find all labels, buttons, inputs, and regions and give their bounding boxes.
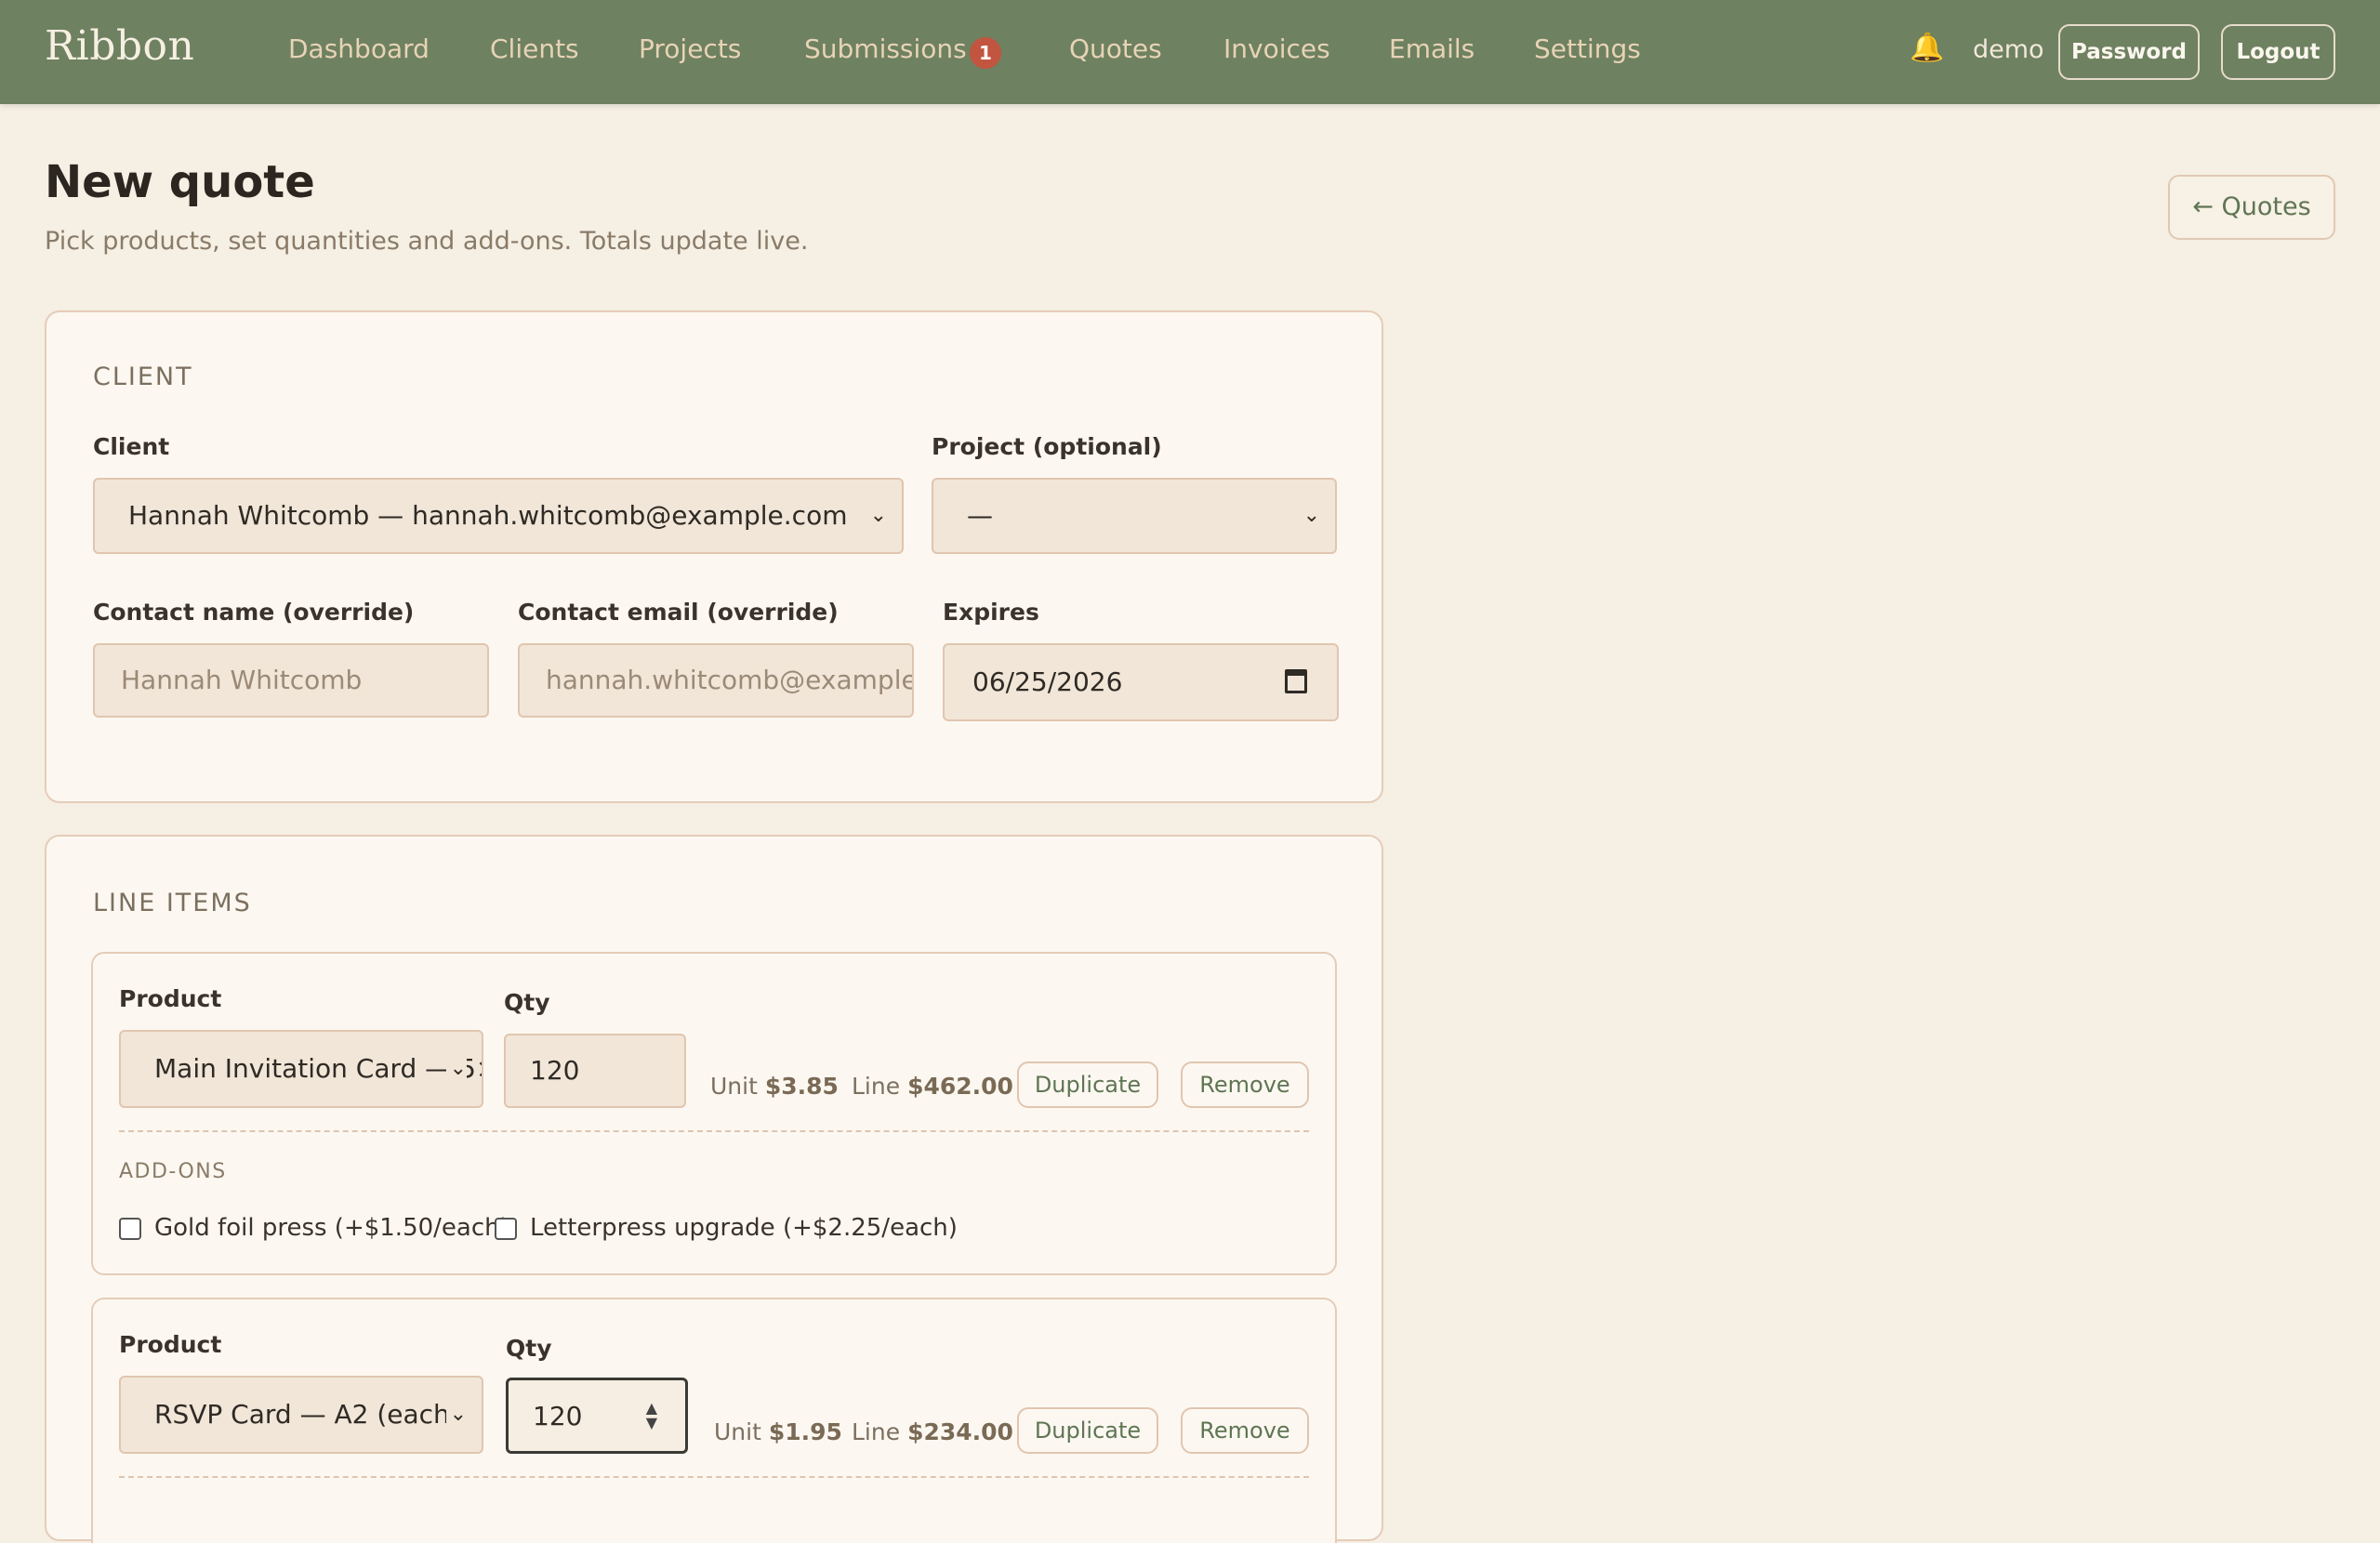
contact-email-input[interactable]: hannah.whitcomb@example.com — [518, 643, 914, 718]
chevron-down-icon: ⌄ — [445, 1378, 467, 1452]
page-subtitle: Pick products, set quantities and add-on… — [45, 227, 809, 256]
unit-price: Unit $3.85 — [710, 1073, 839, 1100]
remove-button[interactable]: Remove — [1181, 1407, 1309, 1454]
bell-icon[interactable]: 🔔 — [1910, 32, 1944, 64]
stepper-arrows-icon[interactable]: ▲ ▼ — [646, 1401, 657, 1431]
chevron-down-icon: ⌄ — [869, 504, 887, 527]
submissions-count-badge: 1 — [970, 37, 1001, 69]
project-select-value: — — [967, 500, 993, 531]
qty-input[interactable]: 120 — [504, 1034, 686, 1108]
nav-emails[interactable]: Emails — [1389, 33, 1474, 64]
line-item: Product Main Invitation Card — 5×7 ⌄ Qty… — [91, 952, 1337, 1275]
page-title: New quote — [45, 156, 315, 208]
password-button[interactable]: Password — [2058, 24, 2200, 80]
logout-button[interactable]: Logout — [2221, 24, 2335, 80]
gold-foil-checkbox[interactable] — [119, 1218, 141, 1240]
product-label: Product — [119, 1331, 222, 1358]
client-label: Client — [93, 433, 170, 460]
contact-email-label: Contact email (override) — [518, 599, 839, 626]
remove-button[interactable]: Remove — [1181, 1062, 1309, 1108]
client-select-value: Hannah Whitcomb — hannah.whitcomb@exampl… — [128, 500, 848, 531]
nav-projects[interactable]: Projects — [639, 33, 741, 64]
qty-value: 120 — [533, 1401, 583, 1431]
duplicate-button[interactable]: Duplicate — [1017, 1062, 1158, 1108]
nav-quotes[interactable]: Quotes — [1069, 33, 1162, 64]
line-items-section-heading: LINE ITEMS — [93, 889, 252, 917]
line-items-card: LINE ITEMS Product Main Invitation Card … — [45, 835, 1383, 1543]
nav-submissions[interactable]: Submissions — [804, 33, 967, 64]
gold-foil-label[interactable]: Gold foil press (+$1.50/each) — [154, 1214, 509, 1242]
project-label: Project (optional) — [932, 433, 1162, 460]
unit-price: Unit $1.95 — [714, 1418, 842, 1445]
expires-date-value: 06/25/2026 — [972, 666, 1123, 697]
client-section-heading: CLIENT — [93, 363, 193, 391]
divider — [119, 1130, 1309, 1132]
qty-label: Qty — [506, 1335, 552, 1362]
username: demo — [1973, 35, 2044, 64]
client-select[interactable]: Hannah Whitcomb — hannah.whitcomb@exampl… — [93, 478, 904, 554]
duplicate-button[interactable]: Duplicate — [1017, 1407, 1158, 1454]
line-item: Product RSVP Card — A2 (each) ⌄ Qty 120 … — [91, 1298, 1337, 1543]
line-total: Line $234.00 — [852, 1418, 1013, 1445]
product-select-value: RSVP Card — A2 (each) — [154, 1399, 460, 1430]
product-label: Product — [119, 985, 222, 1012]
expires-label: Expires — [943, 599, 1039, 626]
qty-input-focused[interactable]: 120 ▲ ▼ — [506, 1378, 688, 1454]
qty-label: Qty — [504, 989, 550, 1016]
back-to-quotes-button[interactable]: ← Quotes — [2168, 175, 2335, 240]
product-select[interactable]: Main Invitation Card — 5×7 ⌄ — [119, 1030, 483, 1108]
chevron-down-icon: ⌄ — [1302, 504, 1320, 527]
nav-clients[interactable]: Clients — [490, 33, 579, 64]
letterpress-label[interactable]: Letterpress upgrade (+$2.25/each) — [530, 1214, 958, 1242]
chevron-down-icon: ⌄ — [445, 1032, 467, 1106]
addons-heading: ADD-ONS — [119, 1160, 227, 1183]
nav-invoices[interactable]: Invoices — [1223, 33, 1330, 64]
nav-settings[interactable]: Settings — [1534, 33, 1641, 64]
project-select[interactable]: — ⌄ — [932, 478, 1337, 554]
top-nav: Ribbon Dashboard Clients Projects Submis… — [0, 0, 2380, 104]
client-card: CLIENT Client Hannah Whitcomb — hannah.w… — [45, 310, 1383, 803]
calendar-icon[interactable] — [1285, 669, 1307, 693]
brand-logo[interactable]: Ribbon — [45, 22, 194, 70]
nav-dashboard[interactable]: Dashboard — [288, 33, 430, 64]
expires-date-input[interactable]: 06/25/2026 — [943, 643, 1339, 721]
contact-name-input[interactable]: Hannah Whitcomb — [93, 643, 489, 718]
letterpress-checkbox[interactable] — [495, 1218, 517, 1240]
divider — [119, 1476, 1309, 1478]
product-select-value: Main Invitation Card — 5×7 — [154, 1053, 483, 1084]
contact-name-label: Contact name (override) — [93, 599, 415, 626]
product-select[interactable]: RSVP Card — A2 (each) ⌄ — [119, 1376, 483, 1454]
line-total: Line $462.00 — [852, 1073, 1013, 1100]
